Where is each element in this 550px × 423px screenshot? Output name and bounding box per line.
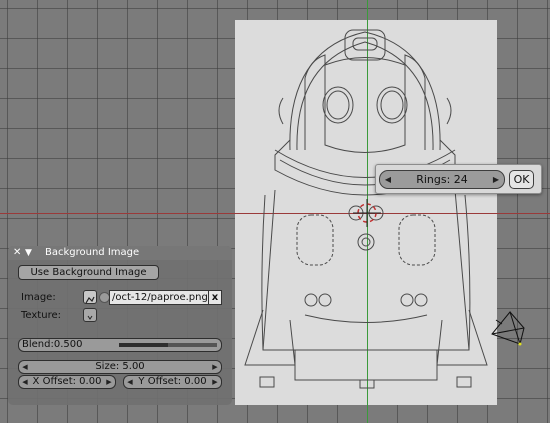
camera-icon [491,310,525,346]
increment-arrow-icon[interactable]: ▶ [489,171,503,188]
image-label: Image: [21,292,56,303]
decrement-arrow-icon[interactable]: ◀ [381,171,395,188]
blend-fill [119,343,168,347]
background-image-panel: ✕ ▼ Background Image Use Background Imag… [8,246,232,405]
size-value: Size: 5.00 [95,361,145,372]
blend-label: Blend:0.500 [22,339,83,350]
increment-arrow-icon[interactable]: ▶ [210,376,220,388]
size-field[interactable]: ◀ Size: 5.00 ▶ [18,360,222,374]
blend-track [119,343,217,347]
panel-header[interactable]: ✕ ▼ Background Image [8,246,232,260]
increment-arrow-icon[interactable]: ▶ [210,361,220,373]
robot-reference-drawing [244,29,488,389]
texture-browse-icon[interactable] [83,308,97,322]
decrement-arrow-icon[interactable]: ◀ [125,376,135,388]
texture-label: Texture: [21,310,61,321]
y-offset-value: Y Offset: 0.00 [138,376,207,387]
use-background-image-button[interactable]: Use Background Image [18,265,159,280]
decrement-arrow-icon[interactable]: ◀ [20,361,30,373]
decrement-arrow-icon[interactable]: ◀ [20,376,30,388]
rings-field[interactable]: ◀ Rings: 24 ▶ [379,170,505,189]
image-browse-icon[interactable] [83,290,97,304]
blend-slider[interactable]: Blend:0.500 [18,338,222,352]
3d-cursor [353,199,381,227]
3d-viewport[interactable]: ◀ Rings: 24 ▶ OK ✕ ▼ Background Image Us… [0,0,550,423]
x-offset-value: X Offset: 0.00 [32,376,102,387]
close-icon[interactable]: ✕ [13,247,21,259]
ok-button[interactable]: OK [509,170,534,189]
rings-value: Rings: 24 [416,173,468,186]
clear-image-icon[interactable]: x [208,290,222,305]
increment-arrow-icon[interactable]: ▶ [104,376,114,388]
y-offset-field[interactable]: ◀ Y Offset: 0.00 ▶ [123,375,222,389]
rings-popup: ◀ Rings: 24 ▶ OK [375,164,542,194]
x-offset-field[interactable]: ◀ X Offset: 0.00 ▶ [18,375,116,389]
image-path-field[interactable]: /oct-12/paproe.png [109,290,210,305]
triangle-down-icon[interactable]: ▼ [25,247,32,259]
panel-title: Background Image [45,247,140,258]
